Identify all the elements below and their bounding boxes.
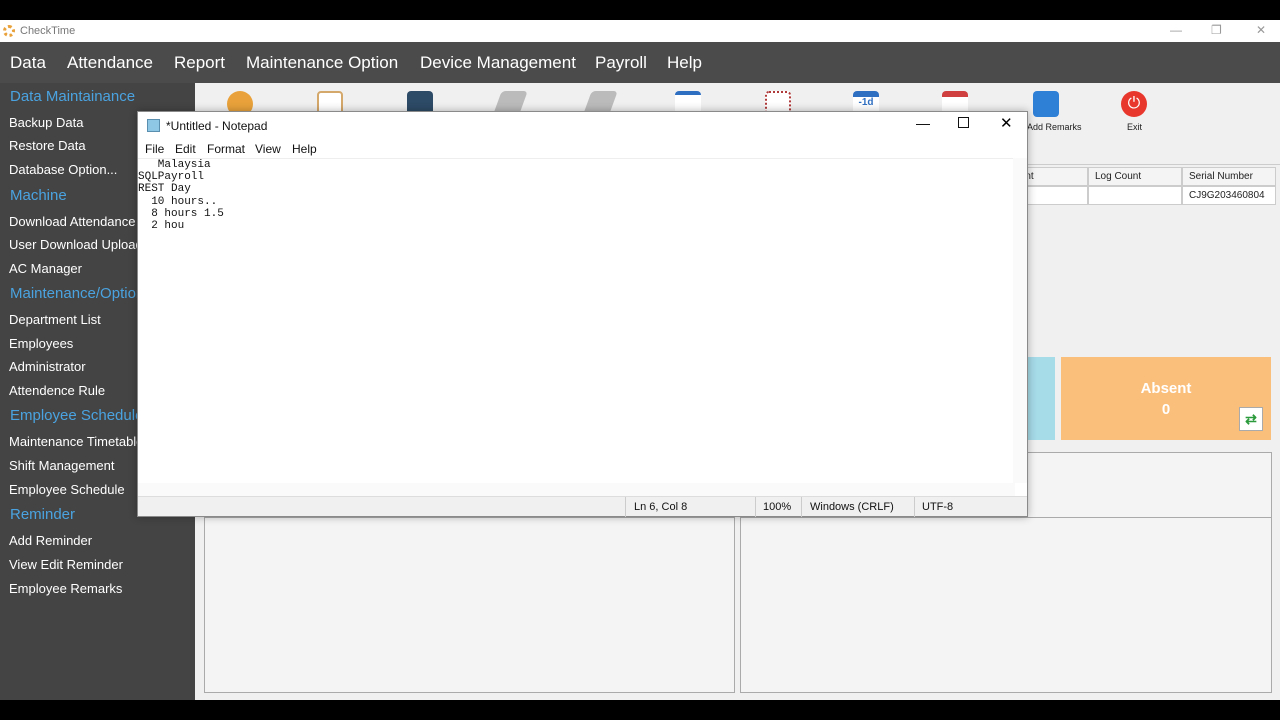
notepad-maximize-button[interactable] (958, 117, 969, 128)
line-ending: Windows (CRLF) (810, 501, 894, 513)
sidebar-item-maintenance-timetable[interactable]: Maintenance Timetable (9, 434, 143, 449)
encoding: UTF-8 (922, 501, 954, 513)
sidebar-item-ac-manager[interactable]: AC Manager (9, 261, 82, 276)
cursor-position: Ln 6, Col 8 (634, 501, 688, 513)
zoom-level: 100% (763, 501, 792, 513)
notepad-menu-help[interactable]: Help (292, 142, 317, 156)
menu-data[interactable]: Data (10, 53, 46, 73)
add-remarks-icon[interactable] (1033, 91, 1059, 117)
section-machine: Machine (10, 187, 67, 204)
cell-serial-number[interactable]: CJ9G203460804 (1182, 186, 1276, 205)
menubar: Data Attendance Report Maintenance Optio… (0, 42, 1280, 83)
header-log-count: Log Count (1088, 167, 1182, 186)
app-logo-icon (3, 25, 15, 37)
sidebar-item-employee-remarks[interactable]: Employee Remarks (9, 581, 122, 596)
notepad-text-area[interactable]: Malaysia SQLPayroll REST Day 10 hours.. … (138, 158, 1015, 483)
right-panel (1000, 452, 1272, 522)
add-remarks-label[interactable]: Add Remarks (1027, 122, 1082, 132)
sidebar-item-employee-schedule[interactable]: Employee Schedule (9, 482, 125, 497)
header-serial-number: Serial Number (1182, 167, 1276, 186)
section-maintenance-option: Maintenance/Option (10, 285, 145, 302)
sidebar-item-database-option[interactable]: Database Option... (9, 162, 117, 177)
close-button[interactable]: ✕ (1256, 23, 1266, 37)
exit-label[interactable]: Exit (1127, 122, 1142, 132)
refresh-icon[interactable]: ⇄ (1239, 407, 1263, 431)
cell-log-count[interactable] (1088, 186, 1182, 205)
menu-payroll[interactable]: Payroll (595, 53, 647, 73)
menu-maintenance-option[interactable]: Maintenance Option (246, 53, 398, 73)
bottom-right-panel (740, 517, 1272, 693)
sidebar-item-attendence-rule[interactable]: Attendence Rule (9, 383, 105, 398)
notepad-menu-file[interactable]: File (145, 142, 164, 156)
section-employee-schedule: Employee Schedule (10, 407, 144, 424)
power-icon[interactable]: ⏻ (1121, 91, 1147, 117)
notepad-window: *Untitled - Notepad — ✕ File Edit Format… (137, 111, 1028, 517)
sidebar-item-view-edit-reminder[interactable]: View Edit Reminder (9, 557, 123, 572)
section-reminder: Reminder (10, 506, 76, 523)
menu-report[interactable]: Report (174, 53, 225, 73)
horizontal-scrollbar[interactable] (138, 483, 1015, 497)
sidebar-item-shift-management[interactable]: Shift Management (9, 458, 115, 473)
app-titlebar: CheckTime — ❐ ✕ (0, 20, 1280, 42)
sidebar-item-department-list[interactable]: Department List (9, 312, 101, 327)
sidebar-item-backup-data[interactable]: Backup Data (9, 115, 83, 130)
notepad-menu-view[interactable]: View (255, 142, 281, 156)
sidebar-item-download-attendance[interactable]: Download Attendance (9, 214, 135, 229)
sidebar-item-add-reminder[interactable]: Add Reminder (9, 533, 92, 548)
sidebar-item-restore-data[interactable]: Restore Data (9, 138, 86, 153)
menu-device-management[interactable]: Device Management (420, 53, 576, 73)
notepad-minimize-button[interactable]: — (916, 115, 930, 131)
sidebar-item-administrator[interactable]: Administrator (9, 359, 86, 374)
minimize-button[interactable]: — (1170, 23, 1182, 37)
section-data-maintainance: Data Maintainance (10, 88, 136, 105)
sidebar-item-employees[interactable]: Employees (9, 336, 73, 351)
menu-attendance[interactable]: Attendance (67, 53, 153, 73)
vertical-scrollbar[interactable] (1013, 158, 1027, 483)
notepad-status-bar: Ln 6, Col 8 100% Windows (CRLF) UTF-8 (138, 496, 1027, 517)
bottom-left-panel (204, 517, 735, 693)
absent-card: Absent 0 ⇄ (1061, 357, 1271, 440)
sidebar-item-user-download-upload[interactable]: User Download Upload (9, 237, 143, 252)
absent-label: Absent (1140, 380, 1192, 397)
notepad-title: *Untitled - Notepad (166, 119, 268, 133)
notepad-menu-edit[interactable]: Edit (175, 142, 196, 156)
restore-button[interactable]: ❐ (1211, 23, 1222, 37)
app-title: CheckTime (20, 25, 76, 37)
notepad-icon (147, 119, 160, 132)
notepad-close-button[interactable]: ✕ (1000, 114, 1013, 132)
notepad-menu-format[interactable]: Format (207, 142, 245, 156)
menu-help[interactable]: Help (667, 53, 702, 73)
